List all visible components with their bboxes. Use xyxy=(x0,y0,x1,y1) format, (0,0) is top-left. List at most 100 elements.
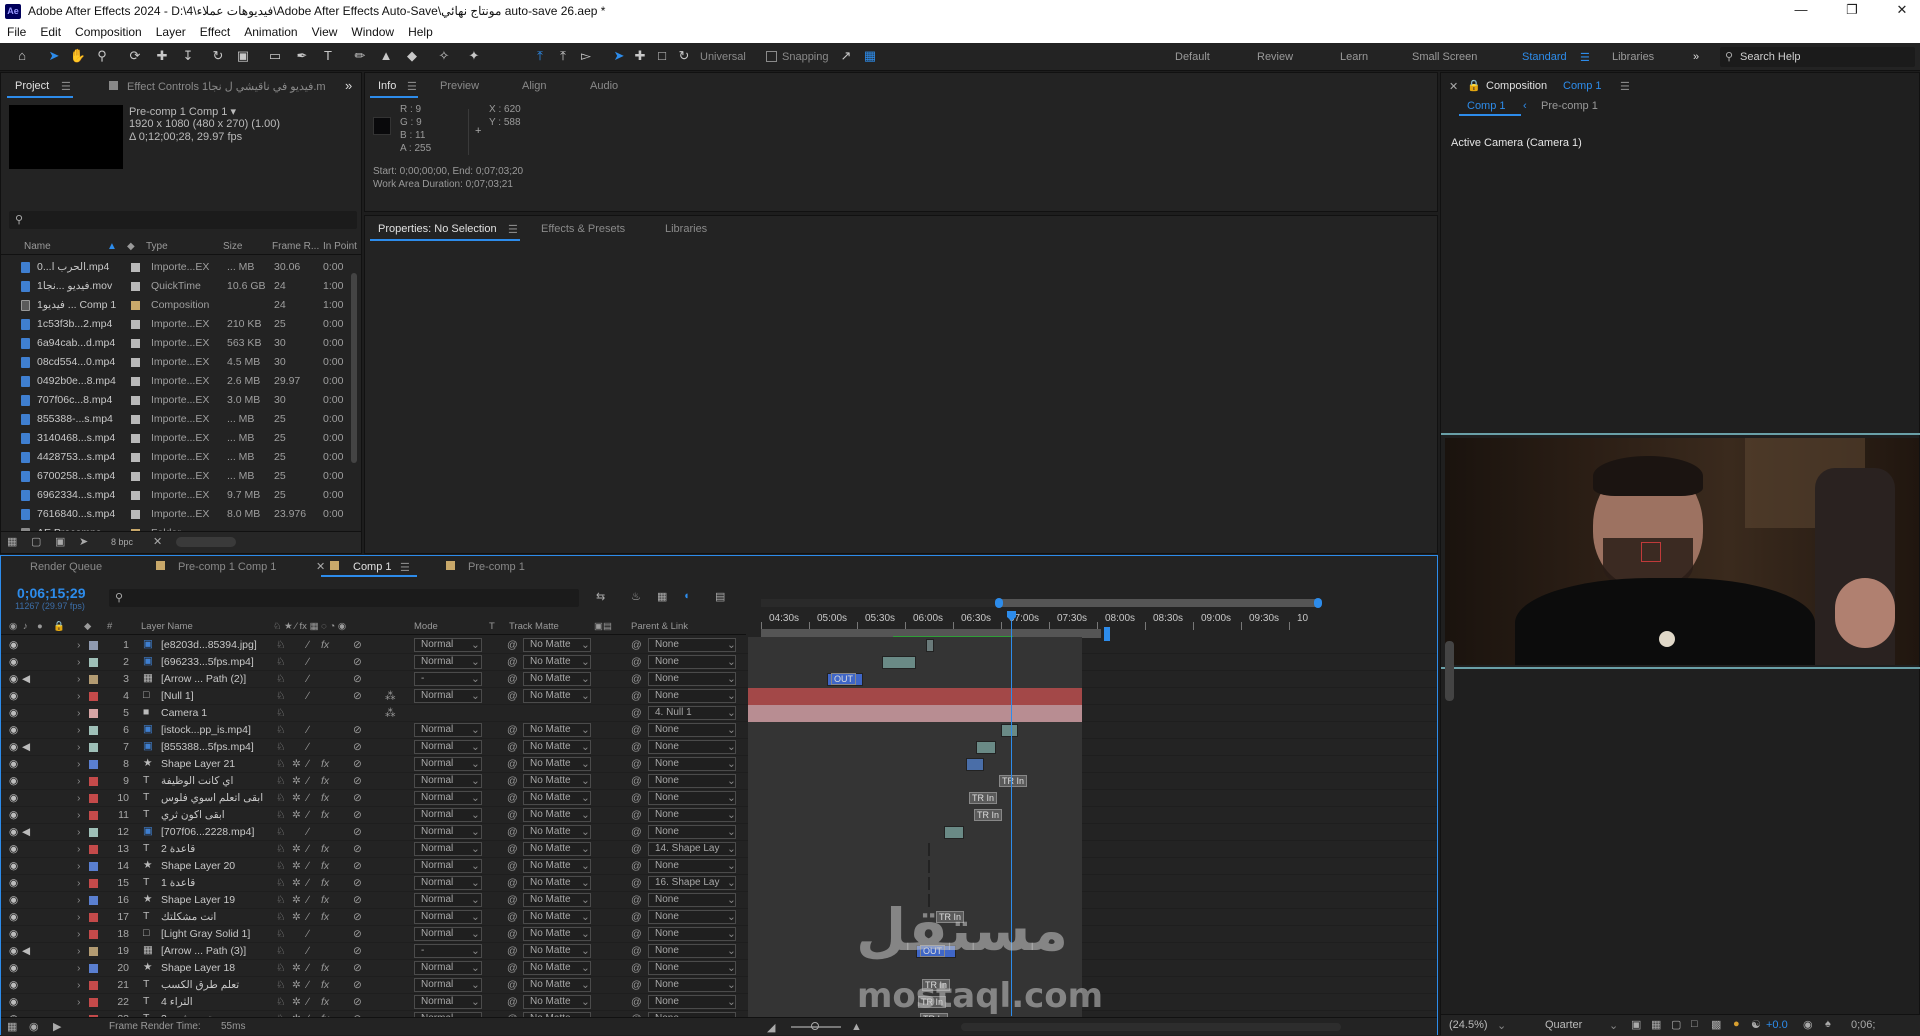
project-item[interactable]: فيديو1 ... Comp 1 Composition 24 1:00 xyxy=(1,296,351,315)
expand-arrow-icon[interactable]: › xyxy=(77,724,81,736)
transition-in-marker[interactable]: TR In xyxy=(974,809,1003,821)
label-column-icon[interactable]: ◆ xyxy=(84,621,91,632)
parent-dropdown[interactable]: None xyxy=(648,740,736,754)
matte-pickwhip-icon[interactable]: @ xyxy=(507,639,518,651)
panel-overflow-icon[interactable]: » xyxy=(345,78,352,93)
visibility-eye-icon[interactable]: ◉ xyxy=(9,741,18,753)
layer-name[interactable]: [855388...5fps.mp4] xyxy=(161,741,271,753)
effects-switch-icon[interactable]: fx xyxy=(321,639,329,651)
3d-layer-switch-icon[interactable]: ⊘ xyxy=(353,758,362,770)
layer-name[interactable]: Shape Layer 20 xyxy=(161,860,271,872)
layer-duration-bar[interactable] xyxy=(928,877,930,890)
layer-row[interactable]: ◉ › 4 □ [Null 1] ♘ ∕ ⊘ ⁂ Normal ⌄ @ No Matte ⌄ @ None ⌄ xyxy=(1,688,1437,705)
render-queue-icon[interactable]: ➤ xyxy=(79,535,88,548)
menu-help[interactable]: Help xyxy=(401,23,440,39)
matte-pickwhip-icon[interactable]: @ xyxy=(507,758,518,770)
parent-dropdown[interactable]: None xyxy=(648,672,736,686)
matte-pickwhip-icon[interactable]: @ xyxy=(507,962,518,974)
world-axis-icon[interactable]: ⤒ xyxy=(553,47,573,65)
zoom-out-icon[interactable]: ◢ xyxy=(767,1021,775,1034)
collapse-switch-icon[interactable]: ✲ xyxy=(292,758,301,770)
expand-arrow-icon[interactable]: › xyxy=(77,673,81,685)
visibility-eye-icon[interactable]: ◉ xyxy=(9,843,18,855)
3d-layer-switch-icon[interactable]: ⊘ xyxy=(353,826,362,838)
close-tab-icon[interactable]: ✕ xyxy=(316,560,325,573)
expand-arrow-icon[interactable]: › xyxy=(77,741,81,753)
visibility-eye-icon[interactable]: ◉ xyxy=(9,639,18,651)
maximize-icon[interactable]: ❐ xyxy=(1838,2,1866,20)
layer-track[interactable] xyxy=(748,841,1082,858)
expand-arrow-icon[interactable]: › xyxy=(77,877,81,889)
matte-pickwhip-icon[interactable]: @ xyxy=(507,826,518,838)
parent-pickwhip-icon[interactable]: @ xyxy=(631,962,642,974)
item-label-color[interactable] xyxy=(131,396,140,405)
item-label-color[interactable] xyxy=(131,263,140,272)
close-icon[interactable]: ✕ xyxy=(1888,2,1916,20)
parent-pickwhip-icon[interactable]: @ xyxy=(631,979,642,991)
parent-dropdown[interactable]: None xyxy=(648,944,736,958)
puppet-pin-icon[interactable]: ✦ xyxy=(464,47,484,65)
layer-name[interactable]: قاعدة 1 xyxy=(161,877,271,889)
tab-properties[interactable]: Properties: No Selection xyxy=(378,223,497,235)
layer-row[interactable]: ◉ › 11 T ابقى اكون ثري ♘ ✲ ∕ fx ⊘ Normal ⌄ @ No Matte… xyxy=(1,807,1437,824)
parent-dropdown[interactable]: 16. Shape Lay xyxy=(648,876,736,890)
dolly-camera-icon[interactable]: ↧ xyxy=(178,47,198,65)
layer-track[interactable] xyxy=(748,688,1082,705)
item-label-color[interactable] xyxy=(131,415,140,424)
new-folder-icon[interactable]: ▢ xyxy=(31,535,41,548)
project-scrollbar[interactable] xyxy=(351,273,357,463)
effects-switch-icon[interactable]: fx xyxy=(321,877,329,889)
layer-duration-bar[interactable] xyxy=(944,826,964,839)
timeline-menu-icon[interactable]: ☰ xyxy=(400,561,410,574)
work-area-bar[interactable] xyxy=(761,598,1322,608)
brush-tool-icon[interactable]: ✏ xyxy=(350,47,370,65)
shy-switch-icon[interactable]: ♘ xyxy=(276,877,285,889)
matte-pickwhip-icon[interactable]: @ xyxy=(507,979,518,991)
move-gizmo-icon[interactable]: ✚ xyxy=(630,47,650,65)
collapse-switch-icon[interactable]: ✲ xyxy=(292,792,301,804)
layer-duration-bar[interactable] xyxy=(748,705,1082,722)
shy-switch-icon[interactable]: ♘ xyxy=(276,690,285,702)
layer-name[interactable]: اي كانت الوظيفة xyxy=(161,775,271,787)
matte-pickwhip-icon[interactable]: @ xyxy=(507,843,518,855)
parent-pickwhip-icon[interactable]: @ xyxy=(631,707,642,719)
effects-switch-icon[interactable]: fx xyxy=(321,792,329,804)
item-label-color[interactable] xyxy=(131,282,140,291)
resolution-dropdown[interactable]: Quarter xyxy=(1545,1019,1582,1031)
shy-switch-icon[interactable]: ♘ xyxy=(276,656,285,668)
pan-behind-tool-icon[interactable]: ▣ xyxy=(233,47,253,65)
quality-switch-icon[interactable]: ∕ xyxy=(307,673,309,685)
layer-label-color[interactable] xyxy=(89,947,98,956)
shy-switch-icon[interactable]: ♘ xyxy=(276,979,285,991)
col-type[interactable]: Type xyxy=(146,241,168,252)
rectangle-tool-icon[interactable]: ▭ xyxy=(265,47,285,65)
menu-composition[interactable]: Composition xyxy=(68,23,149,39)
quality-switch-icon[interactable]: ∕ xyxy=(307,809,309,821)
layer-row[interactable]: ◉ › 20 ★ Shape Layer 18 ♘ ✲ ∕ fx ⊘ Normal ⌄ @ No Matt… xyxy=(1,960,1437,977)
parent-pickwhip-icon[interactable]: @ xyxy=(631,758,642,770)
selection-tool-icon[interactable]: ➤ xyxy=(44,47,64,65)
3d-layer-switch-icon[interactable]: ⊘ xyxy=(353,894,362,906)
parent-pickwhip-icon[interactable]: @ xyxy=(631,894,642,906)
item-label-color[interactable] xyxy=(131,434,140,443)
layer-label-color[interactable] xyxy=(89,709,98,718)
layer-name[interactable]: انت مشكلتك xyxy=(161,911,271,923)
visibility-eye-icon[interactable]: ◉ xyxy=(9,877,18,889)
parent-dropdown[interactable]: None xyxy=(648,995,736,1009)
snap-options-icon[interactable]: ↗ xyxy=(836,47,856,65)
show-snapshot-icon[interactable]: ♠ xyxy=(1825,1018,1831,1030)
quality-switch-icon[interactable]: ∕ xyxy=(307,639,309,651)
snap-target-icon[interactable]: ▦ xyxy=(860,47,880,65)
workspace-review[interactable]: Review xyxy=(1257,51,1293,63)
tab-align[interactable]: Align xyxy=(522,80,546,92)
tab-pre-comp-1-comp-1[interactable]: Pre-comp 1 Comp 1 xyxy=(178,561,276,573)
expand-arrow-icon[interactable]: › xyxy=(77,826,81,838)
layer-row[interactable]: ◉ › 21 T تعلم طرق الكسب ♘ ✲ ∕ fx ⊘ Normal ⌄ @ No Matt… xyxy=(1,977,1437,994)
quality-switch-icon[interactable]: ∕ xyxy=(307,792,309,804)
project-item[interactable]: 6700258...s.mp4 Importe...EX ... MB 25 0:00 xyxy=(1,467,351,486)
tab-libraries[interactable]: Libraries xyxy=(665,223,707,235)
workspace-standard[interactable]: Standard xyxy=(1522,51,1567,63)
layer-row[interactable]: ◉ › 9 T اي كانت الوظيفة ♘ ✲ ∕ fx ⊘ Normal ⌄ @ No Matt… xyxy=(1,773,1437,790)
parent-dropdown[interactable]: None xyxy=(648,910,736,924)
layer-row[interactable]: ◉ › 17 T انت مشكلتك ♘ ✲ ∕ fx ⊘ Normal ⌄ @ No Matte ⌄ @ N… xyxy=(1,909,1437,926)
